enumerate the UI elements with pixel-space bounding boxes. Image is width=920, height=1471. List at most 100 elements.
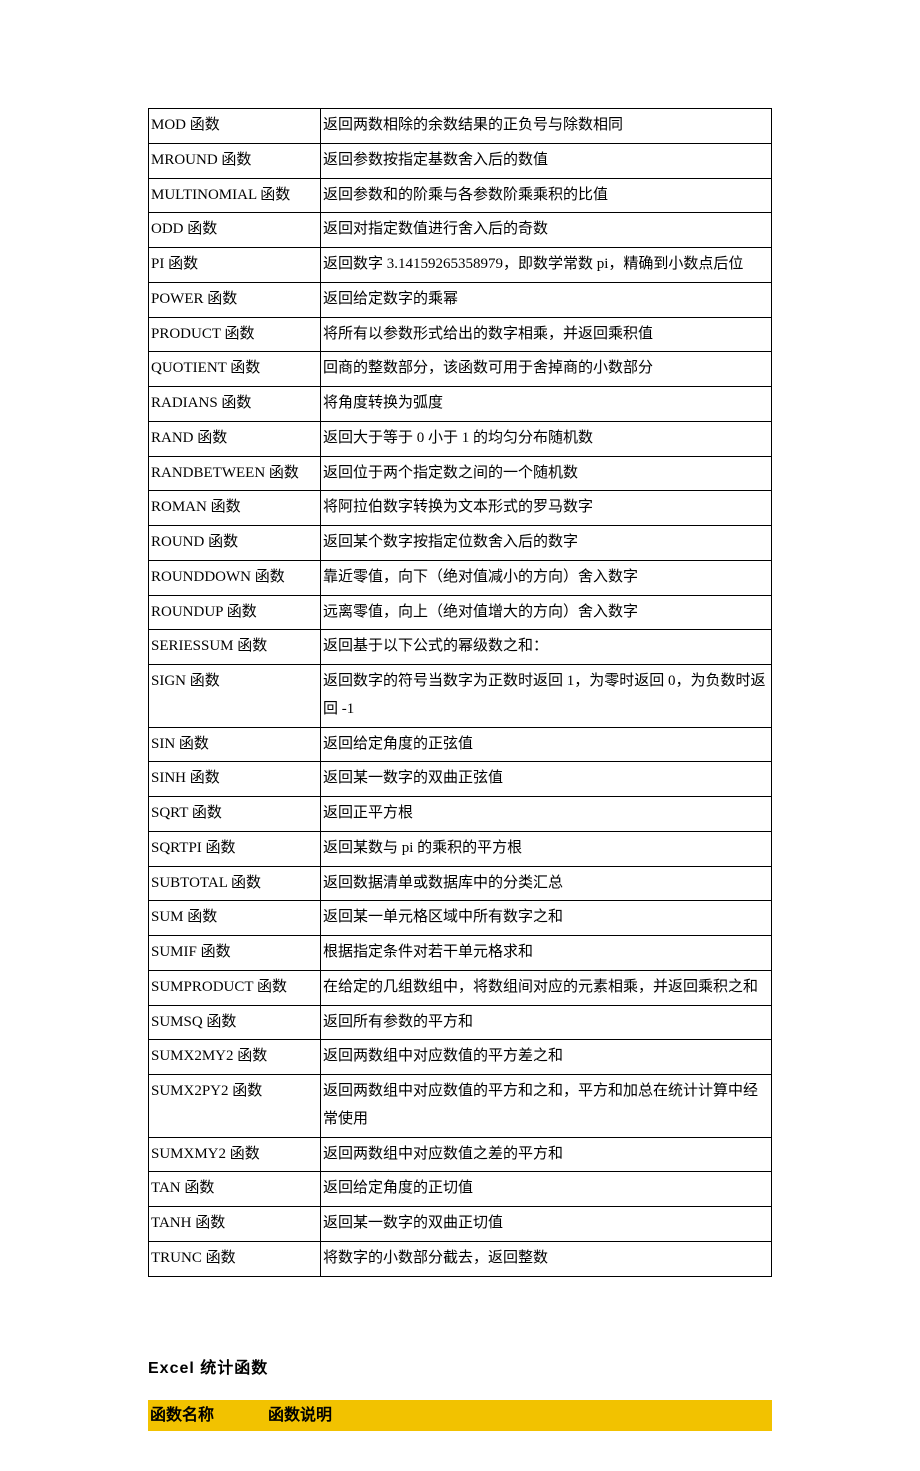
- function-desc-cell: 返回对指定数值进行舍入后的奇数: [321, 213, 772, 248]
- function-desc-cell: 将所有以参数形式给出的数字相乘，并返回乘积值: [321, 317, 772, 352]
- function-desc-cell: 返回某一数字的双曲正切值: [321, 1207, 772, 1242]
- table-row: PI 函数返回数字 3.14159265358979，即数学常数 pi，精确到小…: [149, 248, 772, 283]
- function-name-cell: MROUND 函数: [149, 143, 321, 178]
- table-row: MROUND 函数返回参数按指定基数舍入后的数值: [149, 143, 772, 178]
- section-title-stats: Excel 统计函数: [148, 1355, 772, 1382]
- table-row: ROUNDDOWN 函数靠近零值，向下（绝对值减小的方向）舍入数字: [149, 560, 772, 595]
- header-col-name: 函数名称: [148, 1400, 266, 1431]
- function-desc-cell: 返回数字 3.14159265358979，即数学常数 pi，精确到小数点后位: [321, 248, 772, 283]
- function-desc-cell: 返回某一单元格区域中所有数字之和: [321, 901, 772, 936]
- function-desc-cell: 远离零值，向上（绝对值增大的方向）舍入数字: [321, 595, 772, 630]
- table-row: SQRTPI 函数返回某数与 pi 的乘积的平方根: [149, 831, 772, 866]
- function-name-cell: SUMXMY2 函数: [149, 1137, 321, 1172]
- function-desc-cell: 返回两数相除的余数结果的正负号与除数相同: [321, 109, 772, 144]
- function-name-cell: TAN 函数: [149, 1172, 321, 1207]
- table-row: ODD 函数返回对指定数值进行舍入后的奇数: [149, 213, 772, 248]
- function-name-cell: ROMAN 函数: [149, 491, 321, 526]
- table-row: SUMIF 函数根据指定条件对若干单元格求和: [149, 936, 772, 971]
- function-name-cell: SUMX2PY2 函数: [149, 1075, 321, 1138]
- table-row: ROUND 函数返回某个数字按指定位数舍入后的数字: [149, 526, 772, 561]
- table-row: SERIESSUM 函数返回基于以下公式的幂级数之和：: [149, 630, 772, 665]
- table-row: SUMPRODUCT 函数在给定的几组数组中，将数组间对应的元素相乘，并返回乘积…: [149, 970, 772, 1005]
- table-row: SINH 函数返回某一数字的双曲正弦值: [149, 762, 772, 797]
- table-row: SQRT 函数返回正平方根: [149, 797, 772, 832]
- table-row: QUOTIENT 函数回商的整数部分，该函数可用于舍掉商的小数部分: [149, 352, 772, 387]
- function-desc-cell: 回商的整数部分，该函数可用于舍掉商的小数部分: [321, 352, 772, 387]
- table-row: POWER 函数返回给定数字的乘幂: [149, 282, 772, 317]
- function-desc-cell: 靠近零值，向下（绝对值减小的方向）舍入数字: [321, 560, 772, 595]
- document-page: MOD 函数返回两数相除的余数结果的正负号与除数相同MROUND 函数返回参数按…: [0, 0, 920, 1471]
- function-desc-cell: 返回某一数字的双曲正弦值: [321, 762, 772, 797]
- function-name-cell: MULTINOMIAL 函数: [149, 178, 321, 213]
- function-desc-cell: 返回两数组中对应数值之差的平方和: [321, 1137, 772, 1172]
- function-desc-cell: 将数字的小数部分截去，返回整数: [321, 1241, 772, 1276]
- function-name-cell: SUBTOTAL 函数: [149, 866, 321, 901]
- stats-header-table: 函数名称 函数说明: [148, 1400, 772, 1431]
- function-name-cell: RADIANS 函数: [149, 387, 321, 422]
- function-name-cell: PI 函数: [149, 248, 321, 283]
- header-col-desc: 函数说明: [266, 1400, 772, 1431]
- function-name-cell: MOD 函数: [149, 109, 321, 144]
- function-desc-cell: 根据指定条件对若干单元格求和: [321, 936, 772, 971]
- function-desc-cell: 返回给定数字的乘幂: [321, 282, 772, 317]
- table-row: RAND 函数返回大于等于 0 小于 1 的均匀分布随机数: [149, 421, 772, 456]
- table-row: SUM 函数返回某一单元格区域中所有数字之和: [149, 901, 772, 936]
- function-desc-cell: 返回数字的符号当数字为正数时返回 1，为零时返回 0，为负数时返回 -1: [321, 665, 772, 728]
- functions-table: MOD 函数返回两数相除的余数结果的正负号与除数相同MROUND 函数返回参数按…: [148, 108, 772, 1277]
- function-name-cell: SUMIF 函数: [149, 936, 321, 971]
- table-row: SIN 函数返回给定角度的正弦值: [149, 727, 772, 762]
- function-name-cell: TRUNC 函数: [149, 1241, 321, 1276]
- table-row: RADIANS 函数将角度转换为弧度: [149, 387, 772, 422]
- function-name-cell: PRODUCT 函数: [149, 317, 321, 352]
- function-desc-cell: 在给定的几组数组中，将数组间对应的元素相乘，并返回乘积之和: [321, 970, 772, 1005]
- function-name-cell: ROUNDUP 函数: [149, 595, 321, 630]
- function-name-cell: SUMX2MY2 函数: [149, 1040, 321, 1075]
- function-name-cell: ODD 函数: [149, 213, 321, 248]
- table-row: RANDBETWEEN 函数返回位于两个指定数之间的一个随机数: [149, 456, 772, 491]
- table-row: SUMXMY2 函数返回两数组中对应数值之差的平方和: [149, 1137, 772, 1172]
- function-name-cell: ROUND 函数: [149, 526, 321, 561]
- table-header-row: 函数名称 函数说明: [148, 1400, 772, 1431]
- function-desc-cell: 返回给定角度的正弦值: [321, 727, 772, 762]
- table-row: TRUNC 函数将数字的小数部分截去，返回整数: [149, 1241, 772, 1276]
- function-name-cell: POWER 函数: [149, 282, 321, 317]
- function-desc-cell: 返回所有参数的平方和: [321, 1005, 772, 1040]
- table-row: SUMSQ 函数返回所有参数的平方和: [149, 1005, 772, 1040]
- table-row: TANH 函数返回某一数字的双曲正切值: [149, 1207, 772, 1242]
- function-desc-cell: 返回数据清单或数据库中的分类汇总: [321, 866, 772, 901]
- function-name-cell: TANH 函数: [149, 1207, 321, 1242]
- function-desc-cell: 返回某个数字按指定位数舍入后的数字: [321, 526, 772, 561]
- function-name-cell: SUMSQ 函数: [149, 1005, 321, 1040]
- table-row: ROUNDUP 函数远离零值，向上（绝对值增大的方向）舍入数字: [149, 595, 772, 630]
- function-name-cell: SUMPRODUCT 函数: [149, 970, 321, 1005]
- function-desc-cell: 返回两数组中对应数值的平方和之和，平方和加总在统计计算中经常使用: [321, 1075, 772, 1138]
- function-desc-cell: 将角度转换为弧度: [321, 387, 772, 422]
- table-row: SUBTOTAL 函数返回数据清单或数据库中的分类汇总: [149, 866, 772, 901]
- function-name-cell: SERIESSUM 函数: [149, 630, 321, 665]
- function-name-cell: SQRT 函数: [149, 797, 321, 832]
- function-name-cell: SIGN 函数: [149, 665, 321, 728]
- function-name-cell: ROUNDDOWN 函数: [149, 560, 321, 595]
- function-name-cell: SIN 函数: [149, 727, 321, 762]
- table-row: ROMAN 函数将阿拉伯数字转换为文本形式的罗马数字: [149, 491, 772, 526]
- function-desc-cell: 返回两数组中对应数值的平方差之和: [321, 1040, 772, 1075]
- function-desc-cell: 返回大于等于 0 小于 1 的均匀分布随机数: [321, 421, 772, 456]
- table-row: SUMX2MY2 函数返回两数组中对应数值的平方差之和: [149, 1040, 772, 1075]
- function-desc-cell: 返回基于以下公式的幂级数之和：: [321, 630, 772, 665]
- function-name-cell: SQRTPI 函数: [149, 831, 321, 866]
- function-desc-cell: 返回正平方根: [321, 797, 772, 832]
- function-desc-cell: 返回参数和的阶乘与各参数阶乘乘积的比值: [321, 178, 772, 213]
- table-row: TAN 函数返回给定角度的正切值: [149, 1172, 772, 1207]
- function-desc-cell: 返回某数与 pi 的乘积的平方根: [321, 831, 772, 866]
- table-row: MOD 函数返回两数相除的余数结果的正负号与除数相同: [149, 109, 772, 144]
- function-name-cell: QUOTIENT 函数: [149, 352, 321, 387]
- function-name-cell: SUM 函数: [149, 901, 321, 936]
- table-row: PRODUCT 函数将所有以参数形式给出的数字相乘，并返回乘积值: [149, 317, 772, 352]
- table-row: MULTINOMIAL 函数返回参数和的阶乘与各参数阶乘乘积的比值: [149, 178, 772, 213]
- function-desc-cell: 返回给定角度的正切值: [321, 1172, 772, 1207]
- function-desc-cell: 返回参数按指定基数舍入后的数值: [321, 143, 772, 178]
- table-row: SUMX2PY2 函数返回两数组中对应数值的平方和之和，平方和加总在统计计算中经…: [149, 1075, 772, 1138]
- function-desc-cell: 返回位于两个指定数之间的一个随机数: [321, 456, 772, 491]
- table-row: SIGN 函数返回数字的符号当数字为正数时返回 1，为零时返回 0，为负数时返回…: [149, 665, 772, 728]
- function-name-cell: RANDBETWEEN 函数: [149, 456, 321, 491]
